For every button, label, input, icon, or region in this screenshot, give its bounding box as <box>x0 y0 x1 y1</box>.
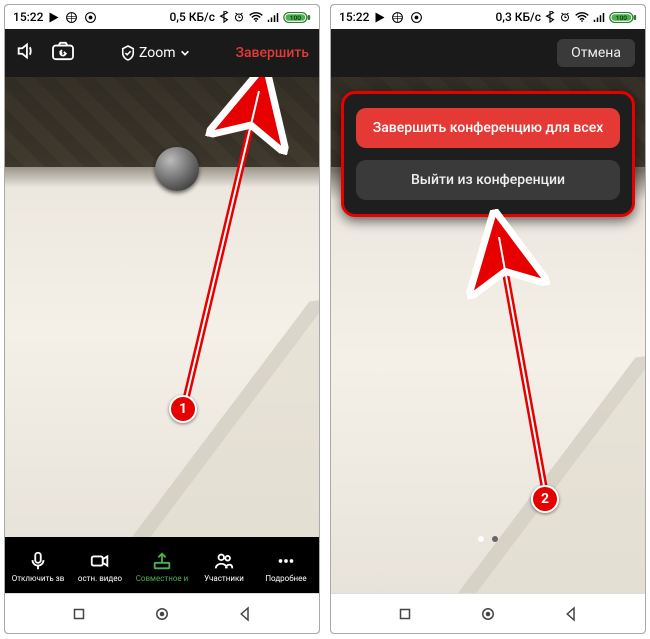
switch-camera-icon[interactable] <box>51 41 75 65</box>
bluetooth-icon <box>545 11 555 23</box>
bluetooth-icon <box>219 11 229 23</box>
page-dot <box>492 536 498 542</box>
back-button[interactable] <box>236 605 254 623</box>
alarm-icon <box>233 11 245 23</box>
end-for-all-button[interactable]: Завершить конференцию для всех <box>356 108 620 148</box>
more-label: Подробнее <box>265 574 306 583</box>
share-screen-button[interactable]: Совместное и <box>131 550 193 583</box>
page-indicator <box>331 529 645 549</box>
wifi-icon <box>575 12 589 23</box>
mute-label: Отключить зв <box>12 574 65 583</box>
chrome-icon <box>410 11 423 24</box>
cancel-button[interactable]: Отмена <box>557 39 635 67</box>
signal-icon <box>593 12 605 23</box>
speaker-icon[interactable] <box>15 40 37 66</box>
battery-icon: 100 <box>609 11 637 24</box>
phone-screenshot-right: 15:22 0,3 КБ/с 100 Отмена Завершить конф… <box>330 4 646 634</box>
page-dot-active <box>478 536 484 542</box>
home-button[interactable] <box>153 605 171 623</box>
back-button[interactable] <box>562 605 580 623</box>
browser-icon <box>391 11 404 24</box>
end-meeting-button[interactable]: Завершить <box>236 45 310 61</box>
battery-level: 100 <box>290 13 301 21</box>
chrome-icon <box>84 11 97 24</box>
video-label: остн. видео <box>78 574 122 583</box>
status-net-speed: 0,5 КБ/с <box>169 10 215 24</box>
chevron-down-icon <box>180 48 190 58</box>
home-button[interactable] <box>479 605 497 623</box>
status-time: 15:22 <box>13 10 43 24</box>
status-net-speed: 0,3 КБ/с <box>495 10 541 24</box>
video-feed[interactable]: 1 <box>5 77 319 537</box>
android-nav-bar <box>331 593 645 633</box>
android-nav-bar <box>5 593 319 633</box>
notification-icon <box>50 12 59 22</box>
svg-text:100: 100 <box>616 13 627 21</box>
signal-icon <box>267 12 279 23</box>
zoom-top-bar: Отмена <box>331 29 645 77</box>
stop-video-button[interactable]: остн. видео <box>69 550 131 583</box>
recent-apps-button[interactable] <box>396 605 414 623</box>
wifi-icon <box>249 12 263 23</box>
zoom-bottom-toolbar: Отключить зв остн. видео Совместное и Уч… <box>5 537 319 593</box>
android-status-bar: 15:22 0,5 КБ/с 100 <box>5 5 319 29</box>
video-feed[interactable]: Завершить конференцию для всех Выйти из … <box>331 77 645 593</box>
end-meeting-dialog: Завершить конференцию для всех Выйти из … <box>341 91 635 217</box>
participants-label: Участники <box>204 574 244 583</box>
status-time: 15:22 <box>339 10 369 24</box>
zoom-top-bar: Zoom Завершить <box>5 29 319 77</box>
phone-screenshot-left: 15:22 0,5 КБ/с 100 Zoom Завершить <box>4 4 320 634</box>
app-title-text: Zoom <box>139 45 176 61</box>
browser-icon <box>65 11 78 24</box>
participants-button[interactable]: Участники <box>193 550 255 583</box>
app-title[interactable]: Zoom <box>121 45 190 61</box>
android-status-bar: 15:22 0,3 КБ/с 100 <box>331 5 645 29</box>
battery-icon: 100 <box>283 11 311 24</box>
recent-apps-button[interactable] <box>70 605 88 623</box>
alarm-icon <box>559 11 571 23</box>
leave-meeting-button[interactable]: Выйти из конференции <box>356 160 620 200</box>
mute-audio-button[interactable]: Отключить зв <box>7 550 69 583</box>
share-label: Совместное и <box>136 574 189 583</box>
notification-icon <box>376 12 385 22</box>
more-button[interactable]: Подробнее <box>255 550 317 583</box>
